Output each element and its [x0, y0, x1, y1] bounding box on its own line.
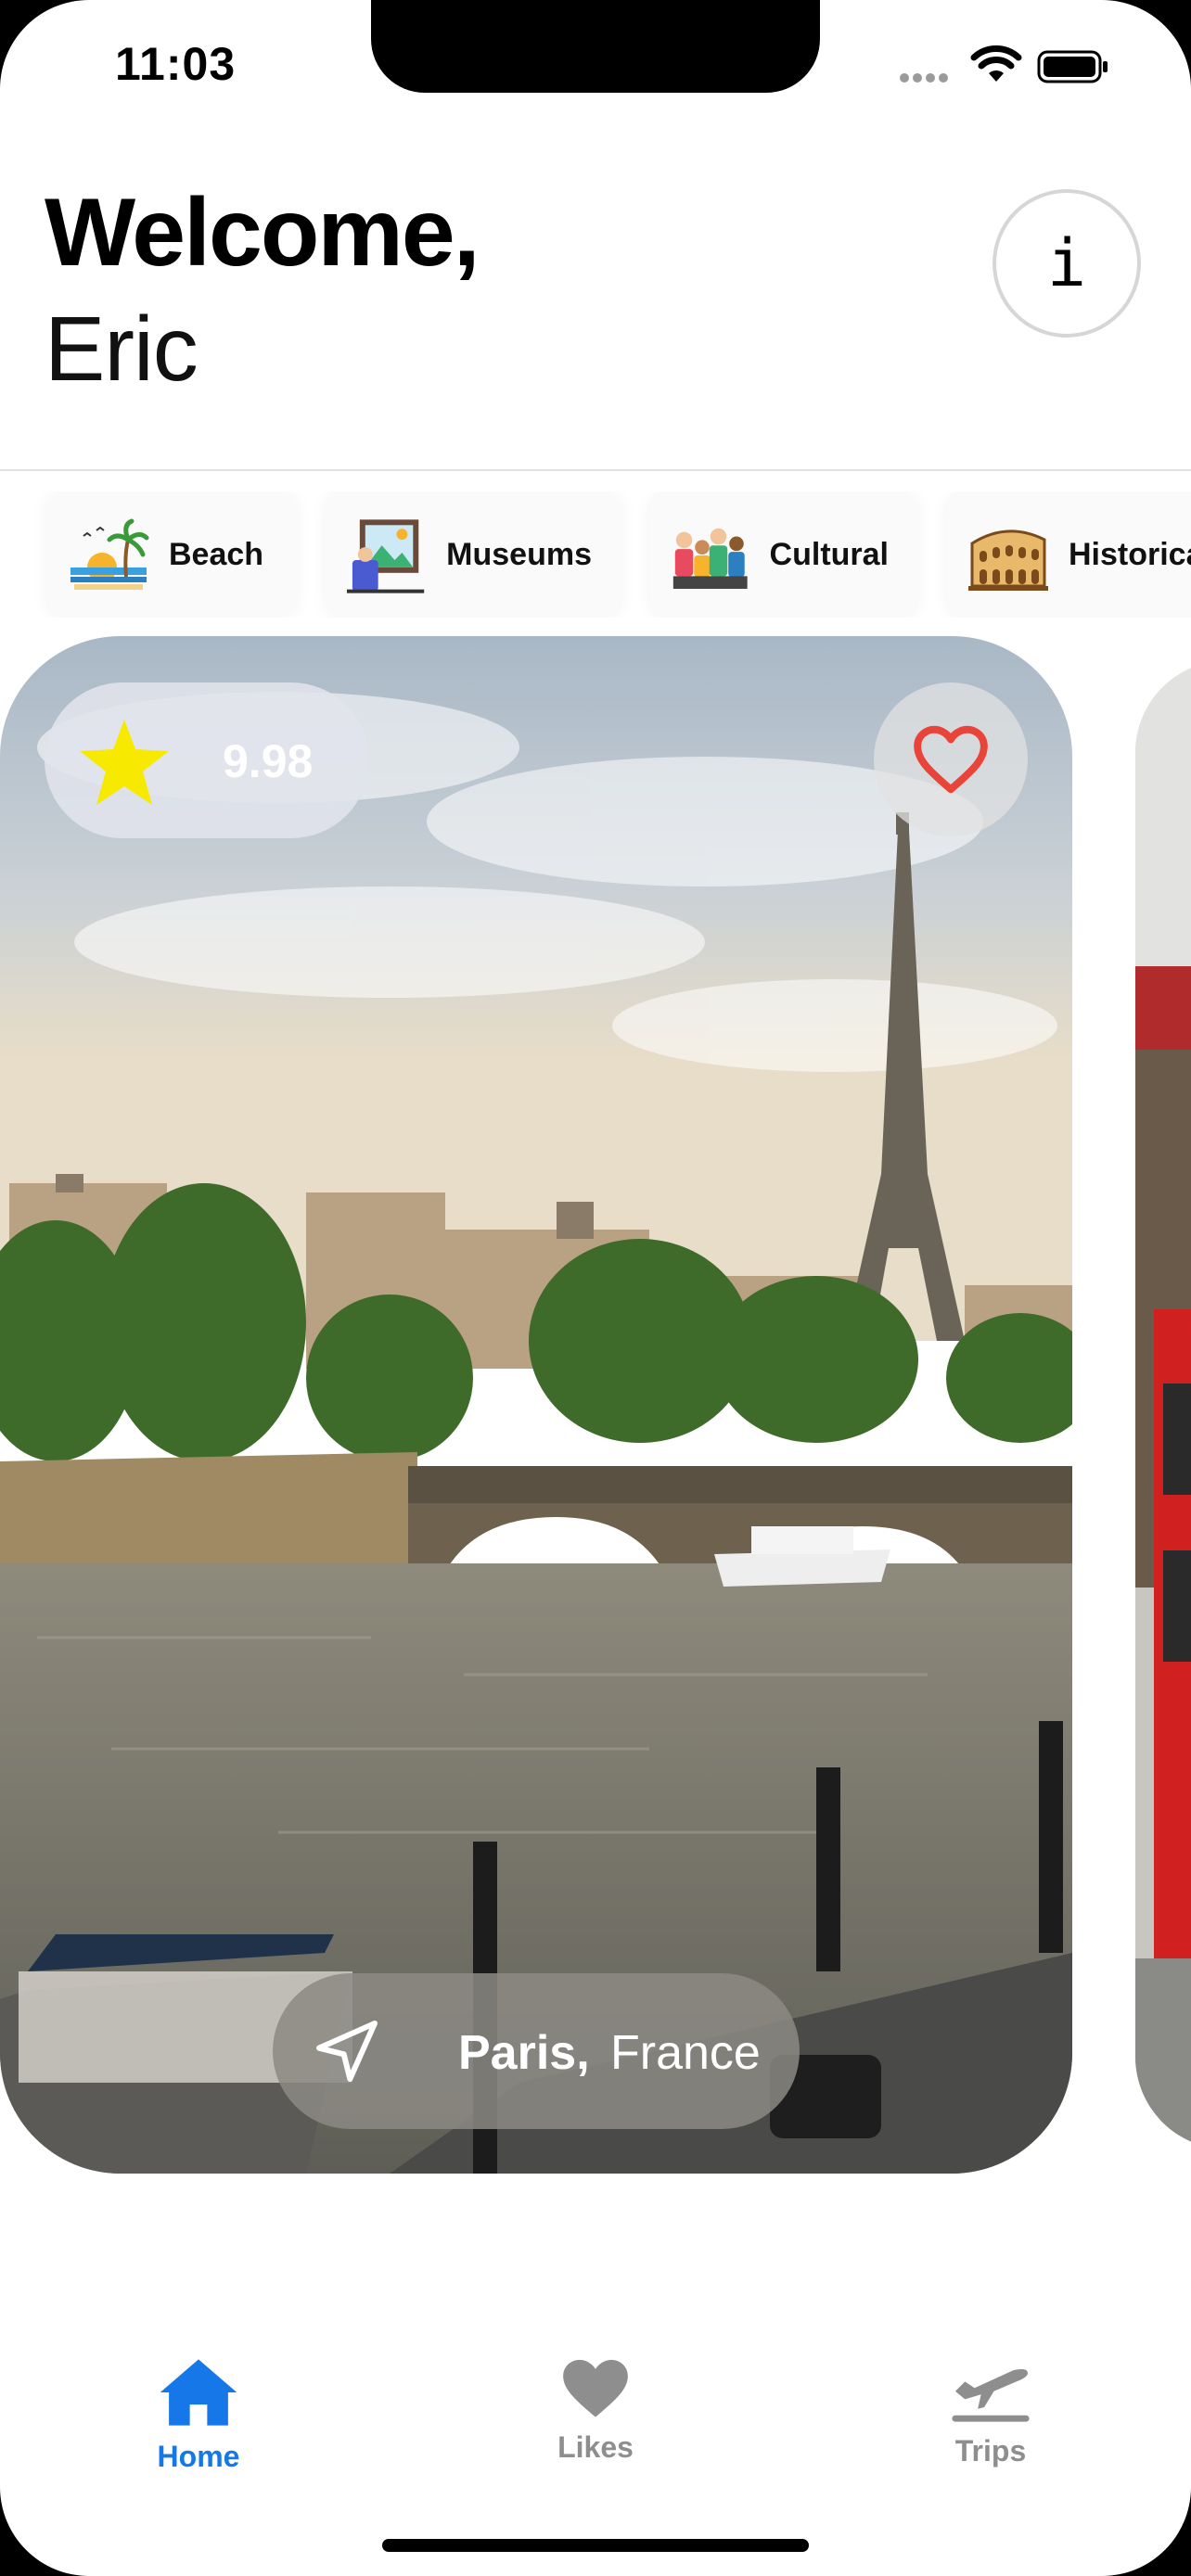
- header-divider: [0, 469, 1191, 471]
- location-country: France: [610, 2026, 761, 2080]
- category-label: Historica: [1069, 536, 1191, 572]
- beach-icon: [70, 518, 149, 590]
- destination-card[interactable]: 9.98 Paris, France: [0, 636, 1072, 2174]
- status-time: 11:03: [115, 38, 237, 90]
- heart-icon: [563, 2359, 628, 2417]
- destination-photo: [0, 636, 1072, 2174]
- location-city: Paris,: [458, 2026, 590, 2080]
- heart-outline-icon: [914, 725, 988, 794]
- colosseum-icon: [968, 529, 1048, 591]
- device-notch: [371, 0, 820, 93]
- location-badge[interactable]: Paris, France: [273, 1973, 800, 2129]
- tab-home[interactable]: Home: [106, 2355, 291, 2474]
- home-indicator[interactable]: [382, 2539, 809, 2552]
- rating-badge: 9.98: [45, 682, 369, 838]
- welcome-heading: Welcome,: [45, 179, 480, 287]
- favorite-button[interactable]: [874, 682, 1028, 836]
- category-cultural[interactable]: Cultural: [649, 491, 918, 618]
- app-screen: 11:03 Welcome, Eric i Beach Museums Cult…: [0, 0, 1191, 2576]
- info-icon: i: [1046, 225, 1087, 301]
- next-destination-card[interactable]: [1135, 660, 1191, 2149]
- signal-icon: [900, 70, 952, 87]
- people-icon: [672, 528, 748, 589]
- info-button[interactable]: i: [992, 189, 1141, 338]
- category-museums[interactable]: Museums: [325, 491, 621, 618]
- user-name: Eric: [45, 298, 198, 400]
- category-label: Beach: [169, 536, 264, 572]
- destination-photo: [1135, 660, 1191, 2149]
- rating-value: 9.98: [223, 735, 314, 787]
- battery-icon: [1037, 50, 1108, 83]
- navigation-arrow-icon: [316, 2021, 378, 2082]
- category-label: Museums: [446, 536, 592, 572]
- tab-label: Trips: [954, 2434, 1027, 2468]
- status-icons: [900, 45, 1122, 91]
- home-icon: [160, 2359, 237, 2426]
- museum-icon: [346, 519, 425, 593]
- star-icon: [80, 720, 169, 805]
- category-label: Cultural: [769, 536, 889, 572]
- category-scroller[interactable]: Beach Museums Cultural Historica: [0, 491, 1191, 618]
- wifi-icon: [970, 45, 1022, 82]
- airplane-icon: [952, 2368, 1030, 2422]
- tab-label: Home: [157, 2440, 240, 2473]
- tab-likes[interactable]: Likes: [503, 2355, 688, 2465]
- category-beach[interactable]: Beach: [46, 491, 297, 618]
- tab-label: Likes: [557, 2430, 634, 2464]
- category-historical[interactable]: Historica: [946, 491, 1191, 618]
- tab-trips[interactable]: Trips: [898, 2355, 1083, 2468]
